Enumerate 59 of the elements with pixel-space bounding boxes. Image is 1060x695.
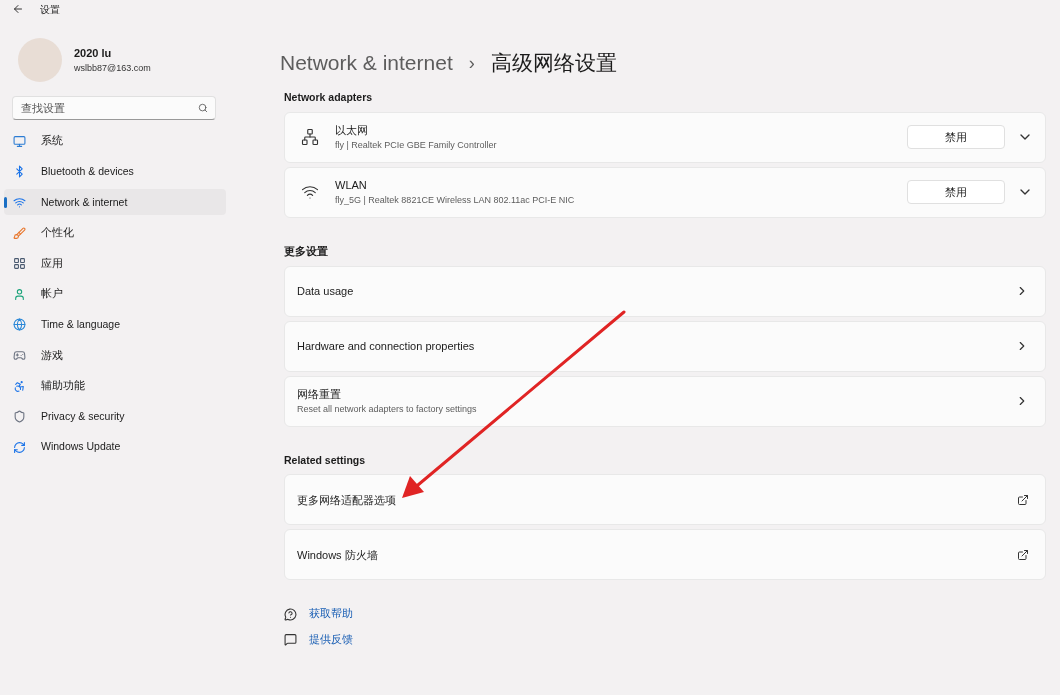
sidebar-item[interactable]: Privacy & security [4, 403, 226, 430]
settings-card[interactable]: 更多网络适配器选项 [284, 474, 1046, 526]
sidebar-item[interactable]: Bluetooth & devices [4, 158, 226, 185]
card-subtitle: fly | Realtek PCIe GBE Family Controller [335, 138, 498, 152]
card-title: Data usage [297, 283, 355, 299]
help-link[interactable]: 获取帮助 [309, 606, 353, 622]
card-title: 网络重置 [297, 387, 342, 402]
sidebar-item[interactable]: 辅助功能 [4, 373, 226, 400]
breadcrumb-link[interactable]: Network & internet [280, 47, 453, 79]
card-title: WLAN [335, 178, 368, 194]
feedback-icon [284, 633, 297, 647]
monitor-icon [13, 134, 26, 148]
user-icon [13, 287, 26, 301]
section-heading: Related settings [284, 452, 367, 468]
page-title: 高级网络设置 [490, 50, 617, 77]
back-icon[interactable] [12, 3, 24, 15]
section-heading: 更多设置 [284, 243, 329, 259]
search-icon [198, 103, 208, 113]
breadcrumb-separator: › [468, 51, 475, 75]
brush-icon [13, 226, 26, 240]
accessibility-icon [13, 379, 26, 393]
globe-icon [13, 318, 26, 332]
settings-card[interactable]: Windows 防火墙 [284, 529, 1046, 581]
external-link-icon [1017, 548, 1029, 561]
wifi-icon [13, 196, 26, 209]
card-subtitle: fly_5G | Realtek 8821CE Wireless LAN 802.11ac PCI-E NIC [335, 193, 576, 207]
refresh-icon [13, 440, 26, 454]
bluetooth-icon [13, 165, 26, 179]
user-name: 2020 lu [74, 46, 113, 61]
sidebar-item[interactable]: Network & internet [4, 189, 226, 216]
card-title: Windows 防火墙 [297, 547, 379, 563]
settings-card[interactable]: Data usage [284, 265, 1046, 317]
settings-card[interactable]: Hardware and connection properties [284, 320, 1046, 372]
sidebar-item[interactable]: 系统 [4, 128, 226, 155]
search-field[interactable]: 查找设置 [12, 96, 216, 120]
user-email: wslbb87@163.com [74, 61, 151, 75]
sidebar-item[interactable]: 游戏 [4, 342, 226, 369]
gamepad-icon [13, 348, 26, 362]
sidebar-item[interactable]: Windows Update [4, 434, 226, 461]
shield-icon [13, 410, 26, 424]
avatar [18, 38, 62, 82]
card-title: 以太网 [335, 123, 369, 139]
card-title: 更多网络适配器选项 [297, 492, 397, 508]
ethernet-icon [301, 128, 319, 147]
card-subtitle: Reset all network adapters to factory settings [297, 402, 478, 416]
help-icon [284, 607, 297, 621]
section-heading: Network adapters [284, 90, 374, 105]
settings-card[interactable]: 网络重置 Reset all network adapters to factory settings [284, 375, 1046, 427]
disable-button[interactable]: 禁用 [907, 125, 1005, 150]
help-link[interactable]: 提供反馈 [309, 632, 353, 648]
card-title: Hardware and connection properties [297, 338, 476, 354]
external-link-icon [1017, 493, 1029, 506]
sidebar-item[interactable]: 应用 [4, 250, 226, 277]
window-title: 设置 [40, 2, 60, 17]
sidebar-item[interactable]: 帐户 [4, 281, 226, 308]
disable-button[interactable]: 禁用 [907, 180, 1005, 205]
apps-icon [13, 257, 26, 271]
sidebar-item[interactable]: 个性化 [4, 220, 226, 247]
sidebar-item[interactable]: Time & language [4, 311, 226, 338]
